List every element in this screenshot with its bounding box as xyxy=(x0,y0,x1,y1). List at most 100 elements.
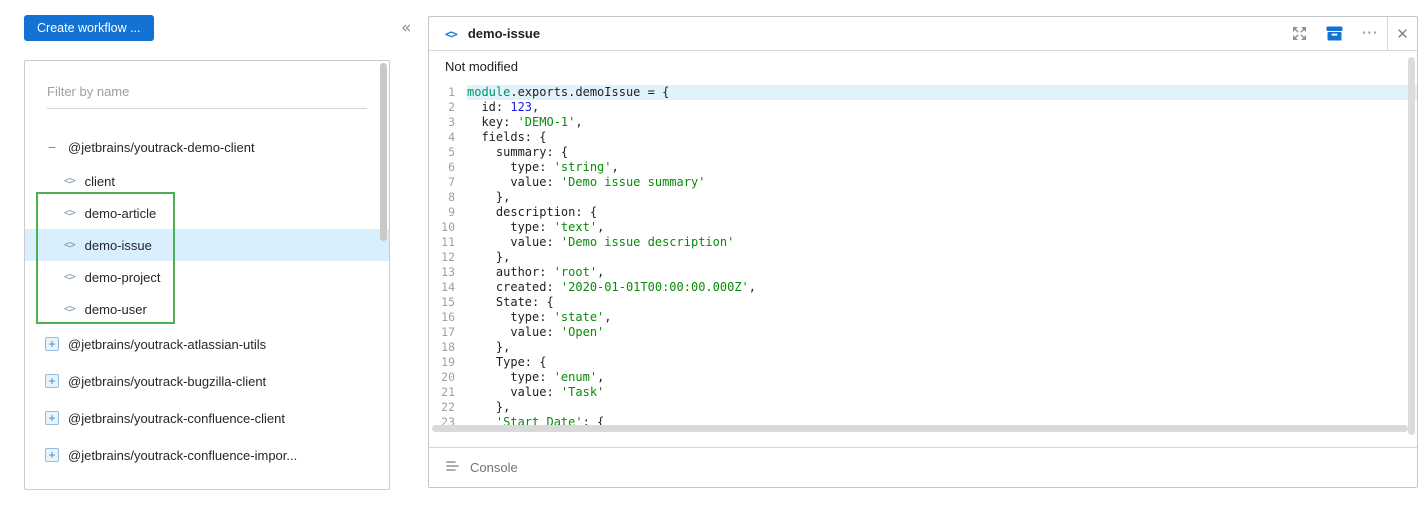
package-row[interactable]: −@jetbrains/youtrack-demo-client xyxy=(25,129,389,165)
code-text: author: 'root', xyxy=(467,265,1417,280)
script-icon: <> xyxy=(64,207,75,219)
line-number: 11 xyxy=(429,235,467,250)
code-text: fields: { xyxy=(467,130,1417,145)
package-row[interactable]: + @jetbrains/youtrack-bugzilla-client xyxy=(25,363,389,399)
code-text: State: { xyxy=(467,295,1417,310)
expand-group-icon[interactable]: + xyxy=(45,448,59,462)
line-number: 6 xyxy=(429,160,467,175)
code-text: summary: { xyxy=(467,145,1417,160)
package-name: @jetbrains/youtrack-atlassian-utils xyxy=(68,337,266,352)
code-line[interactable]: 2 id: 123, xyxy=(429,100,1417,115)
editor-vertical-scrollbar[interactable] xyxy=(1408,57,1415,435)
package-row[interactable]: +@jetbrains/youtrack-confluence-impor... xyxy=(25,437,389,473)
code-line[interactable]: 4 fields: { xyxy=(429,130,1417,145)
tree-item-demo-user[interactable]: <>demo-user xyxy=(25,293,389,325)
code-text: created: '2020-01-01T00:00:00.000Z', xyxy=(467,280,1417,295)
code-line[interactable]: 17 value: 'Open' xyxy=(429,325,1417,340)
code-text: }, xyxy=(467,250,1417,265)
filter-input[interactable] xyxy=(47,81,367,109)
editor-header-actions: ⋯ ✕ xyxy=(1282,17,1417,50)
package-icon[interactable] xyxy=(1317,17,1352,50)
code-line[interactable]: 12 }, xyxy=(429,250,1417,265)
line-number: 8 xyxy=(429,190,467,205)
code-line[interactable]: 20 type: 'enum', xyxy=(429,370,1417,385)
code-line[interactable]: 1module.exports.demoIssue = { xyxy=(429,85,1417,100)
code-line[interactable]: 19 Type: { xyxy=(429,355,1417,370)
code-line[interactable]: 22 }, xyxy=(429,400,1417,415)
code-line[interactable]: 18 }, xyxy=(429,340,1417,355)
package-row[interactable]: + @jetbrains/youtrack-confluence-client xyxy=(25,400,389,436)
code-text: key: 'DEMO-1', xyxy=(467,115,1417,130)
code-line[interactable]: 9 description: { xyxy=(429,205,1417,220)
line-number: 7 xyxy=(429,175,467,190)
code-text: Type: { xyxy=(467,355,1417,370)
script-icon: <> xyxy=(64,239,75,251)
sidebar-scrollbar-thumb[interactable] xyxy=(380,63,387,241)
code-line[interactable]: 5 summary: { xyxy=(429,145,1417,160)
code-line[interactable]: 16 type: 'state', xyxy=(429,310,1417,325)
workflow-editor-page: Create workflow ... « −@jetbrains/youtra… xyxy=(0,0,1426,520)
line-number: 2 xyxy=(429,100,467,115)
code-text: value: 'Demo issue description' xyxy=(467,235,1417,250)
line-number: 5 xyxy=(429,145,467,160)
sidebar-scrollbar[interactable] xyxy=(380,63,388,487)
script-icon: <> xyxy=(64,271,75,283)
code-text: value: 'Demo issue summary' xyxy=(467,175,1417,190)
code-text: type: 'text', xyxy=(467,220,1417,235)
script-name: demo-project xyxy=(85,270,161,285)
expand-group-icon[interactable]: + xyxy=(45,374,59,388)
tree-item-client[interactable]: <>client xyxy=(25,165,389,197)
collapse-sidebar-icon[interactable]: « xyxy=(401,20,411,37)
script-name: client xyxy=(85,174,115,189)
package-row[interactable]: + @jetbrains/youtrack-atlassian-utils xyxy=(25,326,389,362)
console-bar[interactable]: Console xyxy=(429,447,1417,487)
line-number: 10 xyxy=(429,220,467,235)
code-line[interactable]: 11 value: 'Demo issue description' xyxy=(429,235,1417,250)
collapse-group-icon[interactable]: − xyxy=(45,139,59,155)
code-line[interactable]: 13 author: 'root', xyxy=(429,265,1417,280)
code-text: value: 'Open' xyxy=(467,325,1417,340)
package-name: @jetbrains/youtrack-bugzilla-client xyxy=(68,374,266,389)
more-options-icon[interactable]: ⋯ xyxy=(1352,17,1387,50)
code-line[interactable]: 10 type: 'text', xyxy=(429,220,1417,235)
package-name: @jetbrains/youtrack-confluence-client xyxy=(68,411,285,426)
line-number: 12 xyxy=(429,250,467,265)
close-icon[interactable]: ✕ xyxy=(1387,17,1417,50)
tree-group: +@jetbrains/youtrack-confluence-impor... xyxy=(25,437,389,473)
line-number: 14 xyxy=(429,280,467,295)
filter-field-wrap xyxy=(47,81,367,109)
editor-header: <> demo-issue xyxy=(429,17,1417,51)
editor-horizontal-scrollbar[interactable] xyxy=(432,425,1408,432)
code-text: id: 123, xyxy=(467,100,1417,115)
code-line[interactable]: 14 created: '2020-01-01T00:00:00.000Z', xyxy=(429,280,1417,295)
script-name: demo-article xyxy=(85,206,157,221)
code-editor[interactable]: 1module.exports.demoIssue = {2 id: 123,3… xyxy=(429,81,1417,430)
code-line[interactable]: 15 State: { xyxy=(429,295,1417,310)
workflow-sidebar: −@jetbrains/youtrack-demo-client<>client… xyxy=(24,60,390,490)
code-line[interactable]: 6 type: 'string', xyxy=(429,160,1417,175)
tree-group: −@jetbrains/youtrack-demo-client<>client… xyxy=(25,129,389,325)
code-text: value: 'Task' xyxy=(467,385,1417,400)
code-text: type: 'string', xyxy=(467,160,1417,175)
expand-group-icon[interactable]: + xyxy=(45,337,59,351)
expand-fullscreen-icon[interactable] xyxy=(1282,17,1317,50)
code-line[interactable]: 8 }, xyxy=(429,190,1417,205)
create-workflow-button[interactable]: Create workflow ... xyxy=(24,15,154,41)
tree-item-demo-issue[interactable]: <>demo-issue xyxy=(25,229,389,261)
tree-group: + @jetbrains/youtrack-confluence-client xyxy=(25,400,389,436)
tree-item-demo-project[interactable]: <> demo-project xyxy=(25,261,389,293)
script-icon: <> xyxy=(64,303,75,315)
code-line[interactable]: 3 key: 'DEMO-1', xyxy=(429,115,1417,130)
code-text: type: 'enum', xyxy=(467,370,1417,385)
code-line[interactable]: 7 value: 'Demo issue summary' xyxy=(429,175,1417,190)
line-number: 9 xyxy=(429,205,467,220)
line-number: 19 xyxy=(429,355,467,370)
code-line[interactable]: 21 value: 'Task' xyxy=(429,385,1417,400)
code-text: }, xyxy=(467,190,1417,205)
expand-group-icon[interactable]: + xyxy=(45,411,59,425)
line-number: 4 xyxy=(429,130,467,145)
line-number: 17 xyxy=(429,325,467,340)
line-number: 18 xyxy=(429,340,467,355)
tree-item-demo-article[interactable]: <> demo-article xyxy=(25,197,389,229)
console-icon xyxy=(446,460,459,475)
